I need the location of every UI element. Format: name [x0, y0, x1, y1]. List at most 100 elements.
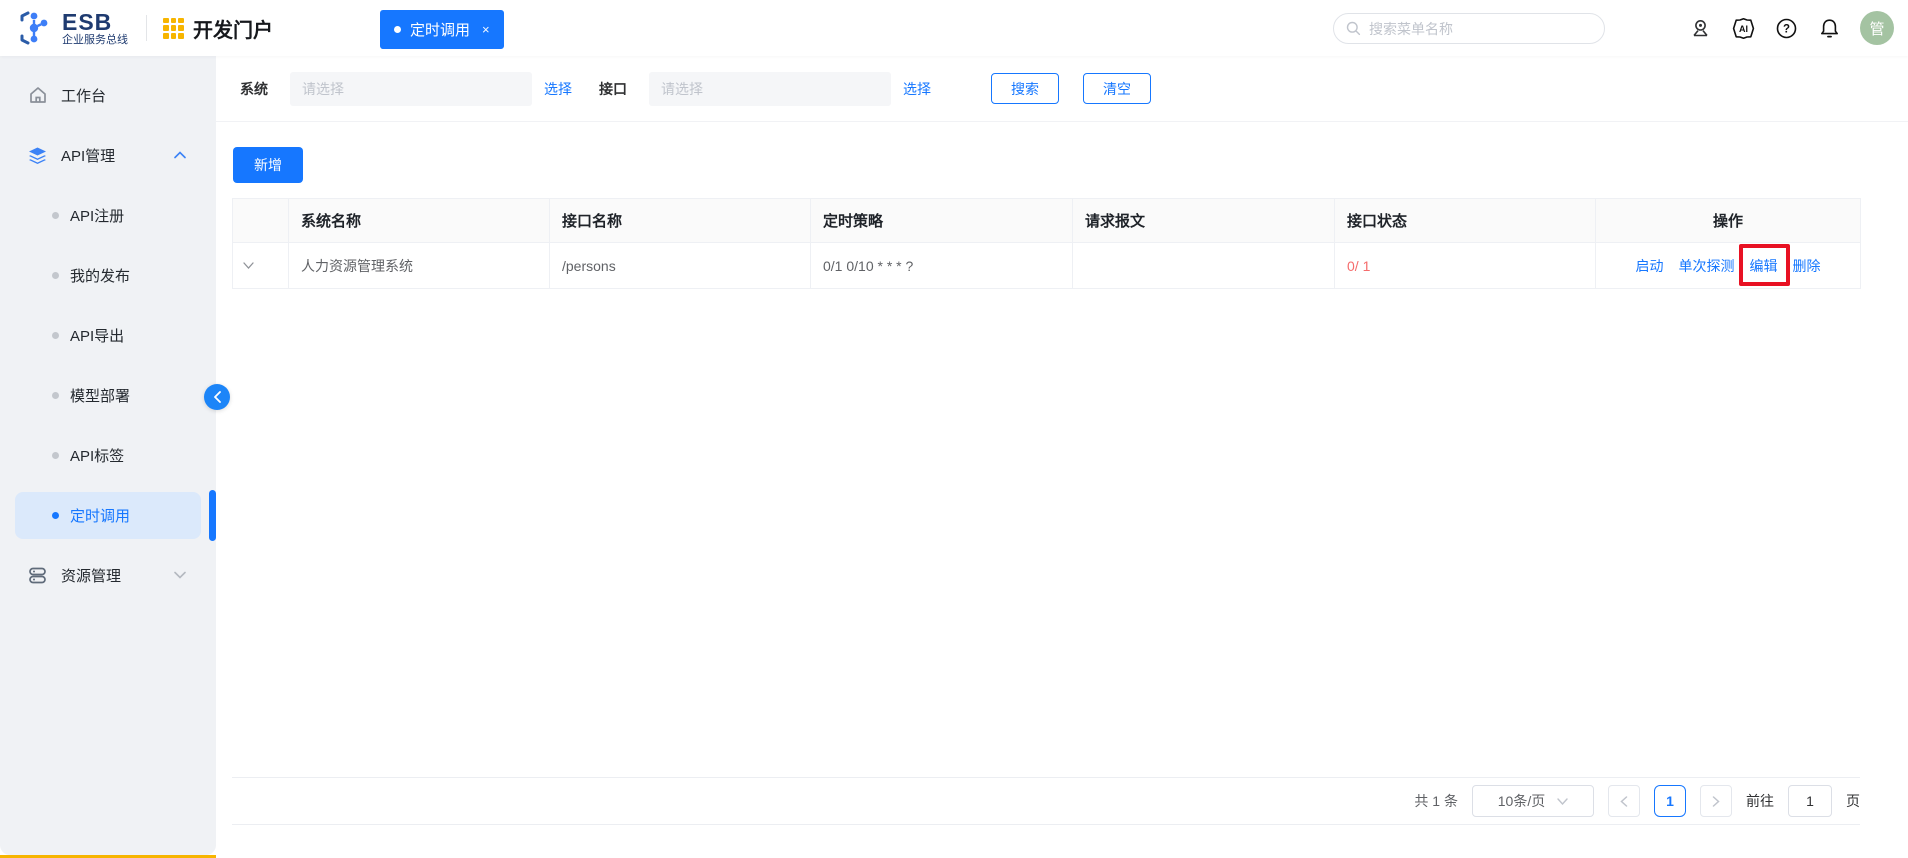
sidebar-item-label: 模型部署	[70, 387, 131, 405]
bullet-icon	[52, 511, 59, 519]
sidebar-item-api-export[interactable]: API导出	[0, 305, 216, 365]
chevron-down-icon	[243, 262, 254, 269]
sidebar-item-label: 定时调用	[70, 507, 131, 525]
home-icon	[27, 85, 48, 106]
sidebar-item-api-register[interactable]: API注册	[0, 185, 216, 245]
sidebar-item-label: API导出	[70, 327, 125, 345]
interface-filter-label: 接口	[599, 80, 627, 97]
col-actions: 操作	[1595, 198, 1861, 243]
pagination-bar: 共 1 条 10条/页 1 前往 页	[232, 778, 1860, 825]
cell-system-name: 人力资源管理系统	[288, 242, 550, 289]
bullet-icon	[52, 271, 59, 279]
interface-select-input[interactable]	[649, 71, 891, 106]
page-size-select[interactable]: 10条/页	[1472, 785, 1594, 817]
bullet-icon	[52, 211, 59, 219]
current-page-button[interactable]: 1	[1654, 785, 1686, 817]
sidebar-item-label: API标签	[70, 447, 125, 465]
search-button[interactable]: 搜索	[991, 73, 1059, 104]
sidebar-item-workbench[interactable]: 工作台	[0, 65, 216, 125]
app-logo[interactable]: ESB 企业服务总线	[0, 8, 128, 48]
sidebar-collapse-button[interactable]	[204, 384, 230, 410]
bullet-icon	[52, 391, 59, 399]
header-divider	[146, 15, 147, 41]
portal-grid-icon	[163, 17, 184, 39]
tab-scheduled-call[interactable]: 定时调用 ×	[380, 10, 504, 49]
edit-action-link[interactable]: 编辑	[1750, 256, 1778, 276]
system-filter-label: 系统	[240, 80, 268, 97]
single-probe-action-link[interactable]: 单次探测	[1679, 256, 1735, 276]
search-icon	[1346, 21, 1361, 36]
goto-label: 前往	[1746, 793, 1774, 809]
system-choose-link[interactable]: 选择	[544, 79, 572, 99]
app-header: ESB 企业服务总线 开发门户 定时调用 × 搜索菜单名称 AI ? 管	[0, 0, 1908, 56]
ai-assistant-icon[interactable]: AI	[1731, 16, 1755, 40]
sidebar-item-api-management[interactable]: API管理	[0, 125, 216, 185]
page-size-value: 10条/页	[1497, 793, 1546, 809]
sidebar: 工作台 API管理 API注册 我的发布 API导出 模型部署 API标签 定时…	[0, 56, 216, 858]
chevron-right-icon	[1712, 795, 1720, 807]
sidebar-item-label: API注册	[70, 207, 125, 225]
filter-bar: 系统 选择 接口 选择 搜索 清空	[216, 56, 1908, 122]
system-select-input[interactable]	[290, 71, 532, 106]
server-icon	[27, 565, 48, 586]
cell-interface-name: /persons	[549, 242, 811, 289]
tab-close-icon[interactable]: ×	[482, 22, 490, 37]
sidebar-item-label: 我的发布	[70, 267, 131, 285]
chevron-down-icon	[1557, 797, 1568, 805]
cell-cron-policy: 0/1 0/10 * * * ?	[810, 242, 1073, 289]
delete-action-link[interactable]: 删除	[1793, 256, 1821, 276]
sidebar-item-label: 资源管理	[61, 567, 122, 585]
cell-interface-status: 0/ 1	[1334, 242, 1596, 289]
chevron-left-icon	[1620, 795, 1628, 807]
sidebar-item-model-deploy[interactable]: 模型部署	[0, 365, 216, 425]
next-page-button[interactable]	[1700, 785, 1732, 817]
active-menu-accent-bar	[209, 490, 216, 541]
expand-column-header	[232, 198, 289, 243]
location-icon[interactable]	[1688, 16, 1712, 40]
sidebar-item-my-publish[interactable]: 我的发布	[0, 245, 216, 305]
notification-bell-icon[interactable]	[1817, 16, 1841, 40]
logo-title: ESB	[62, 8, 113, 35]
table-row: 人力资源管理系统 /persons 0/1 0/10 * * * ? 0/ 1 …	[232, 242, 1861, 289]
cell-actions: 启动 单次探测 编辑 删除	[1595, 242, 1861, 289]
bullet-icon	[52, 331, 59, 339]
col-system-name: 系统名称	[288, 198, 550, 243]
pagination-total: 共 1 条	[1414, 793, 1458, 809]
sidebar-item-scheduled-call-active[interactable]: 定时调用	[15, 491, 201, 539]
goto-page-input[interactable]	[1788, 785, 1832, 817]
chevron-down-icon	[174, 571, 186, 579]
col-cron-policy: 定时策略	[810, 198, 1073, 243]
tab-active-dot	[394, 26, 401, 33]
sidebar-item-label: API管理	[61, 147, 116, 165]
cell-request-body	[1072, 242, 1335, 289]
col-interface-name: 接口名称	[549, 198, 811, 243]
user-avatar[interactable]: 管	[1860, 11, 1894, 45]
page-unit-label: 页	[1846, 793, 1860, 809]
menu-search-box[interactable]	[1333, 13, 1605, 44]
add-button[interactable]: 新增	[233, 147, 303, 183]
tab-label: 定时调用	[410, 22, 471, 39]
interface-choose-link[interactable]: 选择	[903, 79, 931, 99]
bullet-icon	[52, 451, 59, 459]
esb-logo-icon	[14, 8, 54, 48]
layers-icon	[27, 145, 48, 166]
prev-page-button[interactable]	[1608, 785, 1640, 817]
sidebar-item-resource-management[interactable]: 资源管理	[0, 545, 216, 605]
menu-search-input[interactable]	[1369, 20, 1569, 37]
col-interface-status: 接口状态	[1334, 198, 1596, 243]
portal-title: 开发门户	[193, 19, 273, 42]
help-icon[interactable]: ?	[1774, 16, 1798, 40]
col-request-body: 请求报文	[1072, 198, 1335, 243]
chevron-left-icon	[213, 391, 221, 403]
chevron-up-icon	[174, 151, 186, 159]
row-expand-toggle[interactable]	[232, 242, 289, 289]
logo-subtitle: 企业服务总线	[62, 33, 128, 46]
svg-text:AI: AI	[1739, 24, 1748, 34]
portal-title-group: 开发门户	[163, 14, 273, 43]
clear-button[interactable]: 清空	[1083, 73, 1151, 104]
sidebar-item-api-tags[interactable]: API标签	[0, 425, 216, 485]
scheduled-call-table: 系统名称 接口名称 定时策略 请求报文 接口状态 操作 人力资源管理系统 /pe…	[232, 198, 1861, 778]
svg-text:?: ?	[1782, 23, 1789, 35]
sidebar-item-label: 工作台	[61, 87, 107, 105]
start-action-link[interactable]: 启动	[1636, 256, 1664, 276]
